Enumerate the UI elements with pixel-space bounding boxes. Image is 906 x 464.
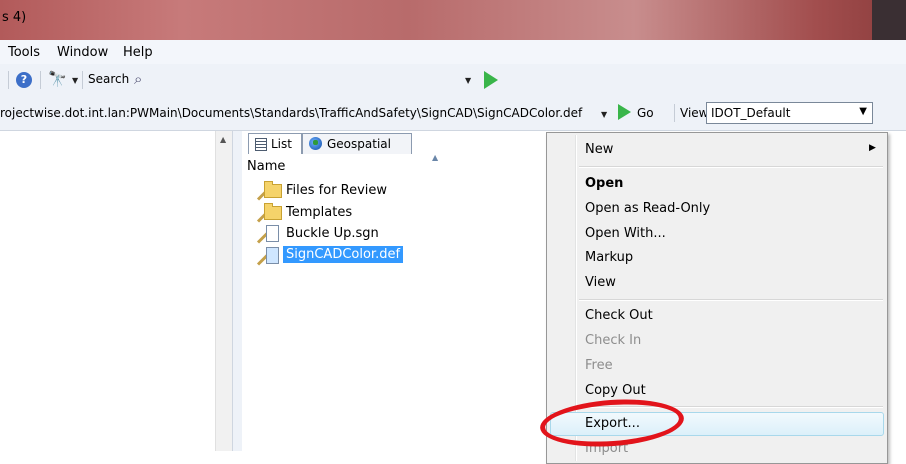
tab-geospatial[interactable]: Geospatial — [302, 133, 412, 154]
menu-item-check-out[interactable]: Check Out — [585, 308, 653, 323]
view-select-value: IDOT_Default — [711, 106, 791, 120]
window-title: s 4) — [2, 10, 27, 25]
tab-geospatial-label: Geospatial — [327, 137, 391, 151]
list-icon — [255, 138, 267, 151]
toolbar-separator — [40, 71, 41, 89]
menu-tools[interactable]: Tools — [8, 45, 40, 60]
search-dropdown-arrow[interactable]: ▼ — [465, 76, 471, 85]
go-button[interactable]: Go — [637, 106, 654, 120]
list-item-label: SignCADColor.def — [283, 246, 404, 263]
title-bar-controls[interactable] — [872, 0, 906, 40]
toolbar-separator — [674, 104, 675, 122]
menu-item-free: Free — [585, 358, 613, 373]
menu-separator — [579, 299, 883, 301]
menu-bar: Tools Window Help — [0, 40, 906, 65]
menu-help[interactable]: Help — [123, 45, 153, 60]
list-item-label: Files for Review — [286, 183, 388, 198]
chevron-down-icon: ▼ — [859, 106, 867, 117]
document-icon — [266, 225, 279, 242]
search-label: Search — [88, 72, 130, 86]
tab-list-label: List — [271, 137, 292, 151]
menu-item-markup[interactable]: Markup — [585, 250, 633, 265]
view-label: View — [680, 106, 709, 120]
view-select[interactable]: IDOT_Default ▼ — [706, 102, 873, 124]
address-dropdown-arrow[interactable]: ▼ — [601, 110, 607, 119]
menu-item-view[interactable]: View — [585, 275, 616, 290]
menu-item-open-with[interactable]: Open With... — [585, 226, 666, 241]
tab-list[interactable]: List — [248, 133, 302, 154]
globe-icon — [309, 137, 322, 150]
address-path[interactable]: rojectwise.dot.int.lan:PWMain\Documents\… — [0, 106, 582, 120]
menu-item-check-in: Check In — [585, 333, 642, 348]
menu-item-open[interactable]: Open — [585, 176, 623, 191]
menu-item-copy-out[interactable]: Copy Out — [585, 383, 646, 398]
search-icon: ⌕ — [134, 70, 143, 88]
search-toolbar: ? 🔭 ▼ Search ⌕ ▼ — [0, 64, 906, 97]
list-item-label: Buckle Up.sgn — [286, 226, 379, 241]
column-name-label: Name — [247, 159, 286, 174]
find-dropdown-arrow[interactable]: ▼ — [72, 76, 78, 85]
toolbar-grip — [8, 71, 9, 89]
document-icon — [266, 247, 279, 264]
submenu-arrow-icon: ▶ — [869, 143, 876, 153]
menu-window[interactable]: Window — [57, 45, 108, 60]
toolbar-separator — [82, 71, 83, 89]
menu-item-new[interactable]: New — [585, 142, 613, 157]
search-input[interactable] — [130, 69, 482, 91]
menu-item-open-read-only[interactable]: Open as Read-Only — [585, 201, 710, 216]
folder-icon — [264, 203, 282, 220]
menu-separator — [579, 166, 883, 168]
scroll-up-icon[interactable]: ▲ — [220, 135, 226, 144]
address-bar: rojectwise.dot.int.lan:PWMain\Documents\… — [0, 96, 906, 131]
tree-scrollbar[interactable]: ▲ — [215, 131, 233, 451]
go-arrow-icon[interactable] — [618, 104, 631, 120]
help-icon[interactable]: ? — [16, 72, 32, 88]
folder-icon — [264, 181, 282, 198]
binoculars-icon[interactable]: 🔭 — [48, 70, 67, 88]
search-go-icon[interactable] — [484, 71, 498, 89]
folder-tree-panel[interactable] — [0, 131, 230, 451]
list-item-label: Templates — [286, 205, 353, 220]
title-bar: s 4) — [0, 0, 906, 40]
sort-ascending-icon: ▲ — [432, 153, 439, 162]
